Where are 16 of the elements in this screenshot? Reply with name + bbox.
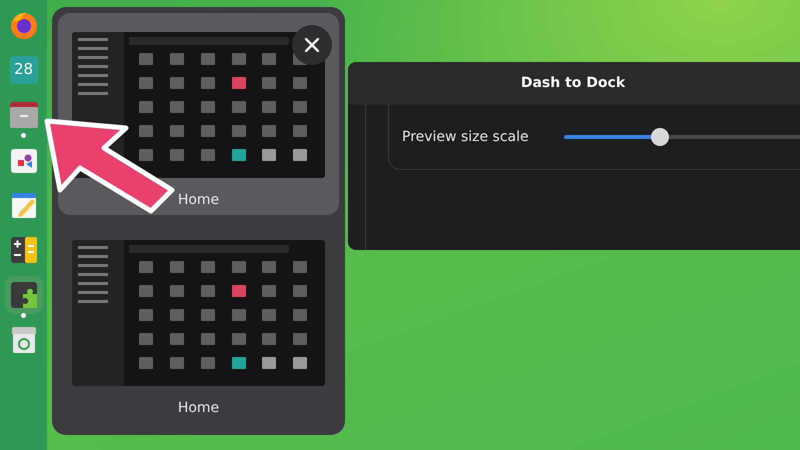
calculator-icon [10,236,38,264]
preview-title: Home [178,399,220,418]
calendar-icon: 28 [10,56,38,84]
dock-item[interactable]: 28 [4,50,42,88]
window-title: Dash to Dock [520,74,626,93]
window-preview[interactable]: Home [58,221,339,423]
slider[interactable] [564,128,800,146]
puzzle-icon [10,280,38,308]
preview-title: Home [178,191,220,210]
trash-icon [10,326,36,354]
folder-icon [8,100,38,128]
dock-item[interactable] [4,276,42,314]
close-icon [305,38,319,52]
setting-label: Preview size scale [402,128,530,146]
slider-thumb[interactable] [651,128,669,146]
text-editor-icon [10,190,38,218]
